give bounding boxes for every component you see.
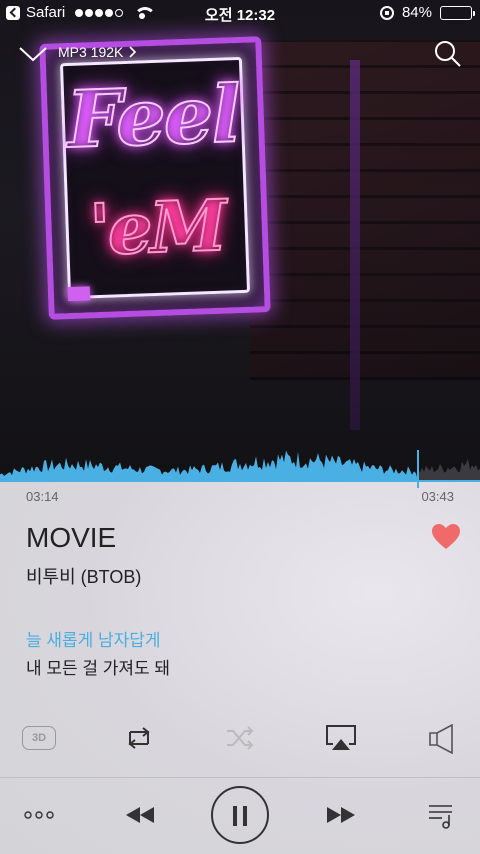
more-icon[interactable] — [24, 810, 54, 820]
artwork-neon-pole — [350, 60, 360, 430]
lyric-current-line[interactable]: 늘 새롭게 남자답게 — [26, 626, 161, 651]
artwork-neon-tag — [67, 286, 91, 302]
search-icon[interactable] — [434, 40, 462, 68]
controls-divider — [0, 777, 480, 778]
album-artwork: Feel 'eM — [0, 0, 480, 480]
fast-forward-icon[interactable] — [325, 806, 357, 824]
3d-audio-button[interactable]: 3D — [22, 726, 56, 750]
status-bar: Safari 오전 12:32 84% — [0, 0, 480, 28]
chevron-right-icon — [129, 46, 137, 58]
waveform-seekbar[interactable] — [0, 440, 480, 482]
total-time: 03:43 — [421, 489, 454, 504]
shuffle-icon[interactable] — [225, 726, 255, 750]
battery-icon — [440, 5, 475, 20]
quality-label: MP3 192K — [58, 44, 124, 60]
3d-audio-label: 3D — [31, 732, 47, 744]
waveform-played — [0, 450, 418, 480]
current-time: 03:14 — [26, 489, 59, 504]
rotation-lock-icon — [379, 5, 394, 20]
playhead-marker[interactable] — [417, 450, 419, 488]
waveform-remaining — [417, 458, 480, 480]
rewind-icon[interactable] — [124, 806, 156, 824]
status-right: 84% — [379, 4, 475, 21]
artwork-neon-word-feel: Feel — [64, 68, 241, 167]
airplay-icon[interactable] — [325, 724, 357, 752]
song-title: MOVIE — [26, 522, 117, 553]
artwork-brick-wall — [250, 40, 480, 380]
battery-percent: 84% — [401, 4, 432, 21]
lyric-next-line[interactable]: 내 모든 걸 가져도 돼 — [26, 654, 170, 679]
artist-name[interactable]: 비투비 (BTOB) — [26, 563, 141, 589]
waveform-baseline — [0, 480, 480, 482]
repeat-icon[interactable] — [124, 724, 154, 752]
pause-icon[interactable] — [211, 786, 269, 844]
artwork-neon-word-em: 'eM — [87, 183, 226, 273]
artwork-neon-sign: Feel 'eM — [39, 36, 271, 320]
heart-icon[interactable] — [432, 524, 460, 550]
playlist-icon[interactable] — [428, 803, 456, 829]
chevron-down-icon[interactable] — [18, 44, 48, 64]
quality-selector[interactable]: MP3 192K — [58, 44, 137, 60]
speaker-icon[interactable] — [428, 724, 456, 754]
